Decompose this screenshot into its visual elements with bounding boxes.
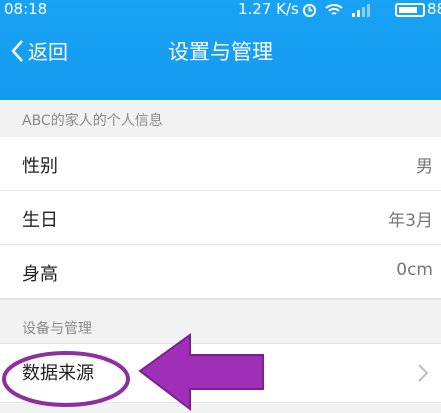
row-data-source[interactable]: 数据来源	[0, 343, 441, 403]
wifi-icon	[325, 3, 343, 15]
signal-icon	[352, 3, 370, 17]
chevron-right-icon	[418, 364, 429, 382]
section-header-personal-info: ABC的家人的个人信息	[22, 113, 163, 129]
row-label: 性别	[22, 156, 58, 177]
status-time: 08:18	[4, 0, 48, 18]
settings-list: ABC的家人的个人信息 性别 男 生日 年3月 身高 0cm 设备与管理 数据来…	[0, 100, 441, 403]
row-label: 生日	[22, 210, 58, 231]
row-label: 数据来源	[22, 363, 94, 384]
row-gender[interactable]: 性别 男	[0, 137, 441, 191]
row-value: 年3月	[388, 211, 433, 231]
row-value: 男	[416, 157, 433, 177]
row-height[interactable]: 身高 0cm	[0, 245, 441, 299]
top-bar: 08:18 1.27 K/s 88 返回 设置与管理	[0, 0, 441, 100]
alarm-icon	[302, 3, 317, 17]
app-screen: 08:18 1.27 K/s 88 返回 设置与管理 ABC的家人的个人信息 性…	[0, 0, 441, 413]
network-speed: 1.27 K/s	[238, 0, 299, 18]
nav-bar: 返回 设置与管理	[0, 22, 441, 82]
status-icons	[302, 2, 371, 17]
status-bar: 08:18 1.27 K/s 88	[0, 0, 441, 22]
row-birthday[interactable]: 生日 年3月	[0, 191, 441, 245]
row-label: 身高	[22, 264, 58, 285]
battery-icon	[395, 3, 425, 17]
section-header-device-management: 设备与管理	[0, 299, 441, 343]
battery-level: 88	[427, 0, 441, 18]
page-title: 设置与管理	[168, 40, 273, 64]
row-value: 0cm	[396, 260, 433, 280]
